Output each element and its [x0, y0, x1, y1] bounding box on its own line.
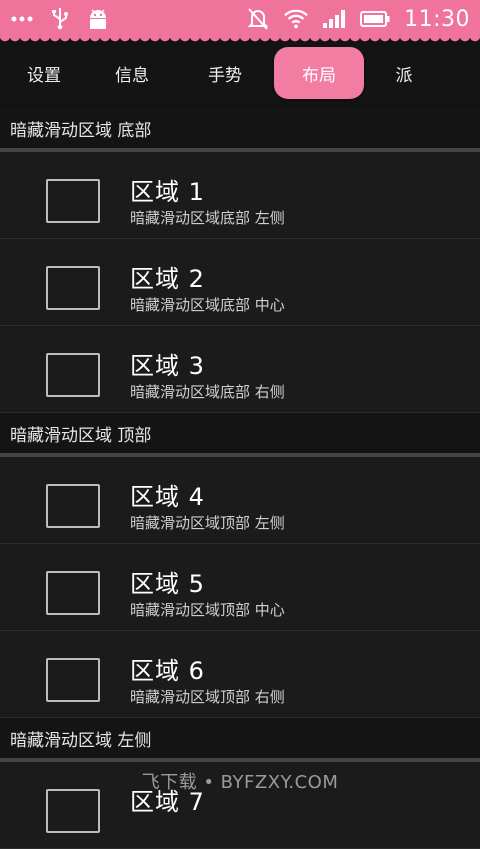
area-3-checkbox[interactable] — [46, 353, 100, 397]
area-5-title: 区域 5 — [130, 570, 205, 598]
wifi-icon — [284, 7, 308, 31]
area-1-title: 区域 1 — [130, 178, 205, 206]
area-1-subtitle: 暗藏滑动区域底部 左侧 — [130, 209, 285, 227]
status-bar-right: 11:30 — [246, 7, 470, 32]
area-2-title: 区域 2 — [130, 265, 205, 293]
list-item-area-3[interactable]: 区域 3 暗藏滑动区域底部 右侧 — [0, 326, 480, 413]
tab-gestures[interactable]: 手势 — [176, 47, 274, 99]
tab-pie[interactable]: 派 — [364, 47, 444, 99]
area-5-subtitle: 暗藏滑动区域顶部 中心 — [130, 601, 285, 619]
section-header-top: 暗藏滑动区域 顶部 — [0, 413, 480, 457]
settings-list: 暗藏滑动区域 底部 区域 1 暗藏滑动区域底部 左侧 区域 2 暗藏滑动区域底部… — [0, 108, 480, 849]
tab-settings[interactable]: 设置 — [0, 47, 88, 99]
area-6-checkbox[interactable] — [46, 658, 100, 702]
area-3-title: 区域 3 — [130, 352, 205, 380]
status-bar: 11:30 — [0, 0, 480, 42]
area-6-title: 区域 6 — [130, 657, 205, 685]
area-1-checkbox[interactable] — [46, 179, 100, 223]
signal-icon — [322, 7, 346, 31]
area-3-subtitle: 暗藏滑动区域底部 右侧 — [130, 383, 285, 401]
tab-bar: 设置 信息 手势 布局 派 — [0, 42, 480, 104]
area-4-title: 区域 4 — [130, 483, 205, 511]
list-item-area-5[interactable]: 区域 5 暗藏滑动区域顶部 中心 — [0, 544, 480, 631]
list-item-area-2[interactable]: 区域 2 暗藏滑动区域底部 中心 — [0, 239, 480, 326]
usb-icon — [48, 7, 72, 31]
area-2-subtitle: 暗藏滑动区域底部 中心 — [130, 296, 285, 314]
area-2-checkbox[interactable] — [46, 266, 100, 310]
tab-layout[interactable]: 布局 — [274, 47, 364, 99]
list-item-area-6[interactable]: 区域 6 暗藏滑动区域顶部 右侧 — [0, 631, 480, 718]
area-5-checkbox[interactable] — [46, 571, 100, 615]
more-dots-icon — [10, 7, 34, 31]
list-item-area-4[interactable]: 区域 4 暗藏滑动区域顶部 左侧 — [0, 457, 480, 544]
status-bar-left — [10, 7, 110, 31]
alarm-off-icon — [246, 7, 270, 31]
section-header-left: 暗藏滑动区域 左侧 — [0, 718, 480, 762]
area-7-checkbox[interactable] — [46, 789, 100, 833]
list-item-area-1[interactable]: 区域 1 暗藏滑动区域底部 左侧 — [0, 152, 480, 239]
status-time: 11:30 — [404, 6, 470, 32]
section-header-bottom: 暗藏滑动区域 底部 — [0, 108, 480, 152]
android-debug-icon — [86, 7, 110, 31]
area-6-subtitle: 暗藏滑动区域顶部 右侧 — [130, 688, 285, 706]
watermark: 飞下载 • BYFZXY.COM — [141, 772, 339, 793]
area-4-subtitle: 暗藏滑动区域顶部 左侧 — [130, 514, 285, 532]
area-4-checkbox[interactable] — [46, 484, 100, 528]
tab-info[interactable]: 信息 — [88, 47, 176, 99]
battery-icon — [360, 7, 390, 31]
